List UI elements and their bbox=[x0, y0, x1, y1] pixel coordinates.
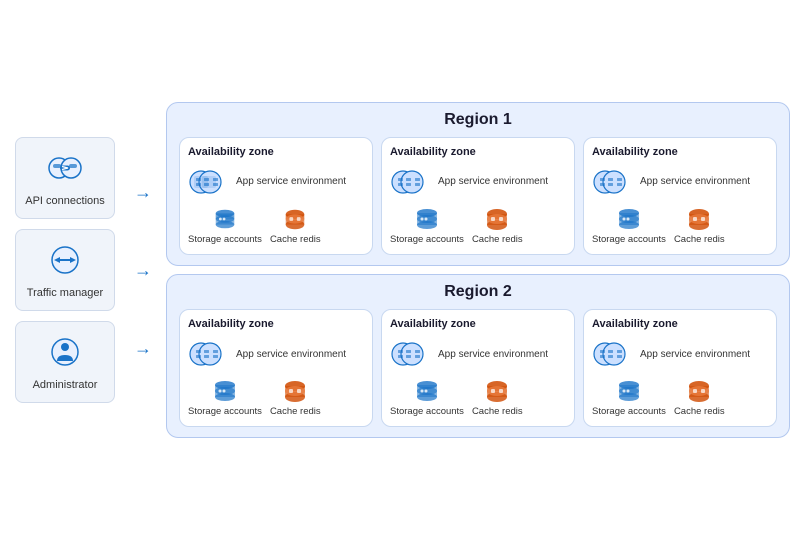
zone1-3-cache: Cache redis bbox=[674, 206, 725, 246]
arrow-admin: → bbox=[134, 339, 152, 357]
left-sidebar: API connections Traffic manager bbox=[10, 137, 120, 404]
sidebar-item-traffic-manager: Traffic manager bbox=[15, 229, 115, 311]
zone2-2-cache: Cache redis bbox=[472, 378, 523, 418]
zone2-1-app-row: App service environment bbox=[188, 338, 364, 370]
zone1-3-app-label: App service environment bbox=[640, 175, 750, 188]
administrator-label: Administrator bbox=[33, 378, 98, 392]
zone2-1-box: Availability zone bbox=[179, 309, 373, 427]
zone1-1-ase-icon bbox=[188, 166, 230, 198]
zone1-3-cache-label: Cache redis bbox=[674, 234, 725, 246]
zone1-2-app-label: App service environment bbox=[438, 175, 548, 188]
traffic-manager-label: Traffic manager bbox=[27, 286, 103, 300]
administrator-icon bbox=[45, 332, 85, 372]
zone1-2-app-row: App service environment bbox=[390, 166, 566, 198]
zone2-1-app-label: App service environment bbox=[236, 348, 346, 361]
zone1-1-storage-label: Storage accounts bbox=[188, 234, 262, 246]
zone2-1-ase-icon bbox=[188, 338, 230, 370]
right-area: Region 1 Availability zone bbox=[166, 10, 790, 530]
zone1-2-storage: Storage accounts bbox=[390, 206, 464, 246]
zone1-3-title: Availability zone bbox=[592, 146, 768, 158]
zone1-2-cache-label: Cache redis bbox=[472, 234, 523, 246]
zone2-1-cache: Cache redis bbox=[270, 378, 321, 418]
zone1-3-app-row: App service environment bbox=[592, 166, 768, 198]
arrow-traffic: → bbox=[134, 261, 152, 279]
zone2-1-storage-label: Storage accounts bbox=[188, 406, 262, 418]
region1-title: Region 1 bbox=[179, 111, 777, 129]
api-connections-label: API connections bbox=[25, 194, 105, 208]
api-connections-icon bbox=[45, 148, 85, 188]
arrow-api: → bbox=[134, 183, 152, 201]
region1-zones: Availability zone bbox=[179, 137, 777, 255]
zone2-2-bottom: Storage accounts Cache redis bbox=[390, 376, 566, 418]
zone1-1-box: Availability zone bbox=[179, 137, 373, 255]
zone2-1-bottom: Storage accounts Cache redis bbox=[188, 376, 364, 418]
zone2-3-ase-icon bbox=[592, 338, 634, 370]
zone1-2-bottom: Storage accounts Cache redis bbox=[390, 204, 566, 246]
zone1-2-title: Availability zone bbox=[390, 146, 566, 158]
zone1-3-box: Availability zone bbox=[583, 137, 777, 255]
zone2-2-storage-label: Storage accounts bbox=[390, 406, 464, 418]
zone1-2-storage-label: Storage accounts bbox=[390, 234, 464, 246]
zone2-3-cache: Cache redis bbox=[674, 378, 725, 418]
sidebar-item-administrator: Administrator bbox=[15, 321, 115, 403]
zone1-2-ase-icon bbox=[390, 166, 432, 198]
zone1-2-box: Availability zone bbox=[381, 137, 575, 255]
zone2-2-app-label: App service environment bbox=[438, 348, 548, 361]
zone1-3-bottom: Storage accounts Cache redis bbox=[592, 204, 768, 246]
zone2-1-title: Availability zone bbox=[188, 318, 364, 330]
zone1-3-ase-icon bbox=[592, 166, 634, 198]
zone2-2-storage: Storage accounts bbox=[390, 378, 464, 418]
zone1-3-storage-label: Storage accounts bbox=[592, 234, 666, 246]
zone2-2-box: Availability zone bbox=[381, 309, 575, 427]
zone2-2-ase-icon bbox=[390, 338, 432, 370]
zone2-1-cache-label: Cache redis bbox=[270, 406, 321, 418]
zone2-3-title: Availability zone bbox=[592, 318, 768, 330]
zone2-2-title: Availability zone bbox=[390, 318, 566, 330]
zone1-1-bottom: Storage accounts bbox=[188, 204, 364, 246]
zone2-1-storage: Storage accounts bbox=[188, 378, 262, 418]
zone1-2-cache: Cache redis bbox=[472, 206, 523, 246]
zone1-1-cache: Cache redis bbox=[270, 206, 321, 246]
zone2-3-app-label: App service environment bbox=[640, 348, 750, 361]
main-container: API connections Traffic manager bbox=[0, 0, 800, 540]
region2-box: Region 2 Availability zone bbox=[166, 274, 790, 438]
zone2-3-storage: Storage accounts bbox=[592, 378, 666, 418]
region2-title: Region 2 bbox=[179, 283, 777, 301]
region2-zones: Availability zone bbox=[179, 309, 777, 427]
zone2-3-app-row: App service environment bbox=[592, 338, 768, 370]
zone1-1-cache-label: Cache redis bbox=[270, 234, 321, 246]
zone1-3-storage: Storage accounts bbox=[592, 206, 666, 246]
zone2-3-storage-label: Storage accounts bbox=[592, 406, 666, 418]
region1-box: Region 1 Availability zone bbox=[166, 102, 790, 266]
zone2-2-cache-label: Cache redis bbox=[472, 406, 523, 418]
zone1-1-title: Availability zone bbox=[188, 146, 364, 158]
zone2-2-app-row: App service environment bbox=[390, 338, 566, 370]
arrows-column: → → → bbox=[128, 183, 158, 357]
zone1-1-app-row: App service environment bbox=[188, 166, 364, 198]
zone1-1-app-label: App service environment bbox=[236, 175, 346, 188]
sidebar-item-api-connections: API connections bbox=[15, 137, 115, 219]
zone2-3-cache-label: Cache redis bbox=[674, 406, 725, 418]
zone1-1-storage: Storage accounts bbox=[188, 206, 262, 246]
traffic-manager-icon bbox=[45, 240, 85, 280]
zone2-3-box: Availability zone bbox=[583, 309, 777, 427]
zone2-3-bottom: Storage accounts Cache redis bbox=[592, 376, 768, 418]
